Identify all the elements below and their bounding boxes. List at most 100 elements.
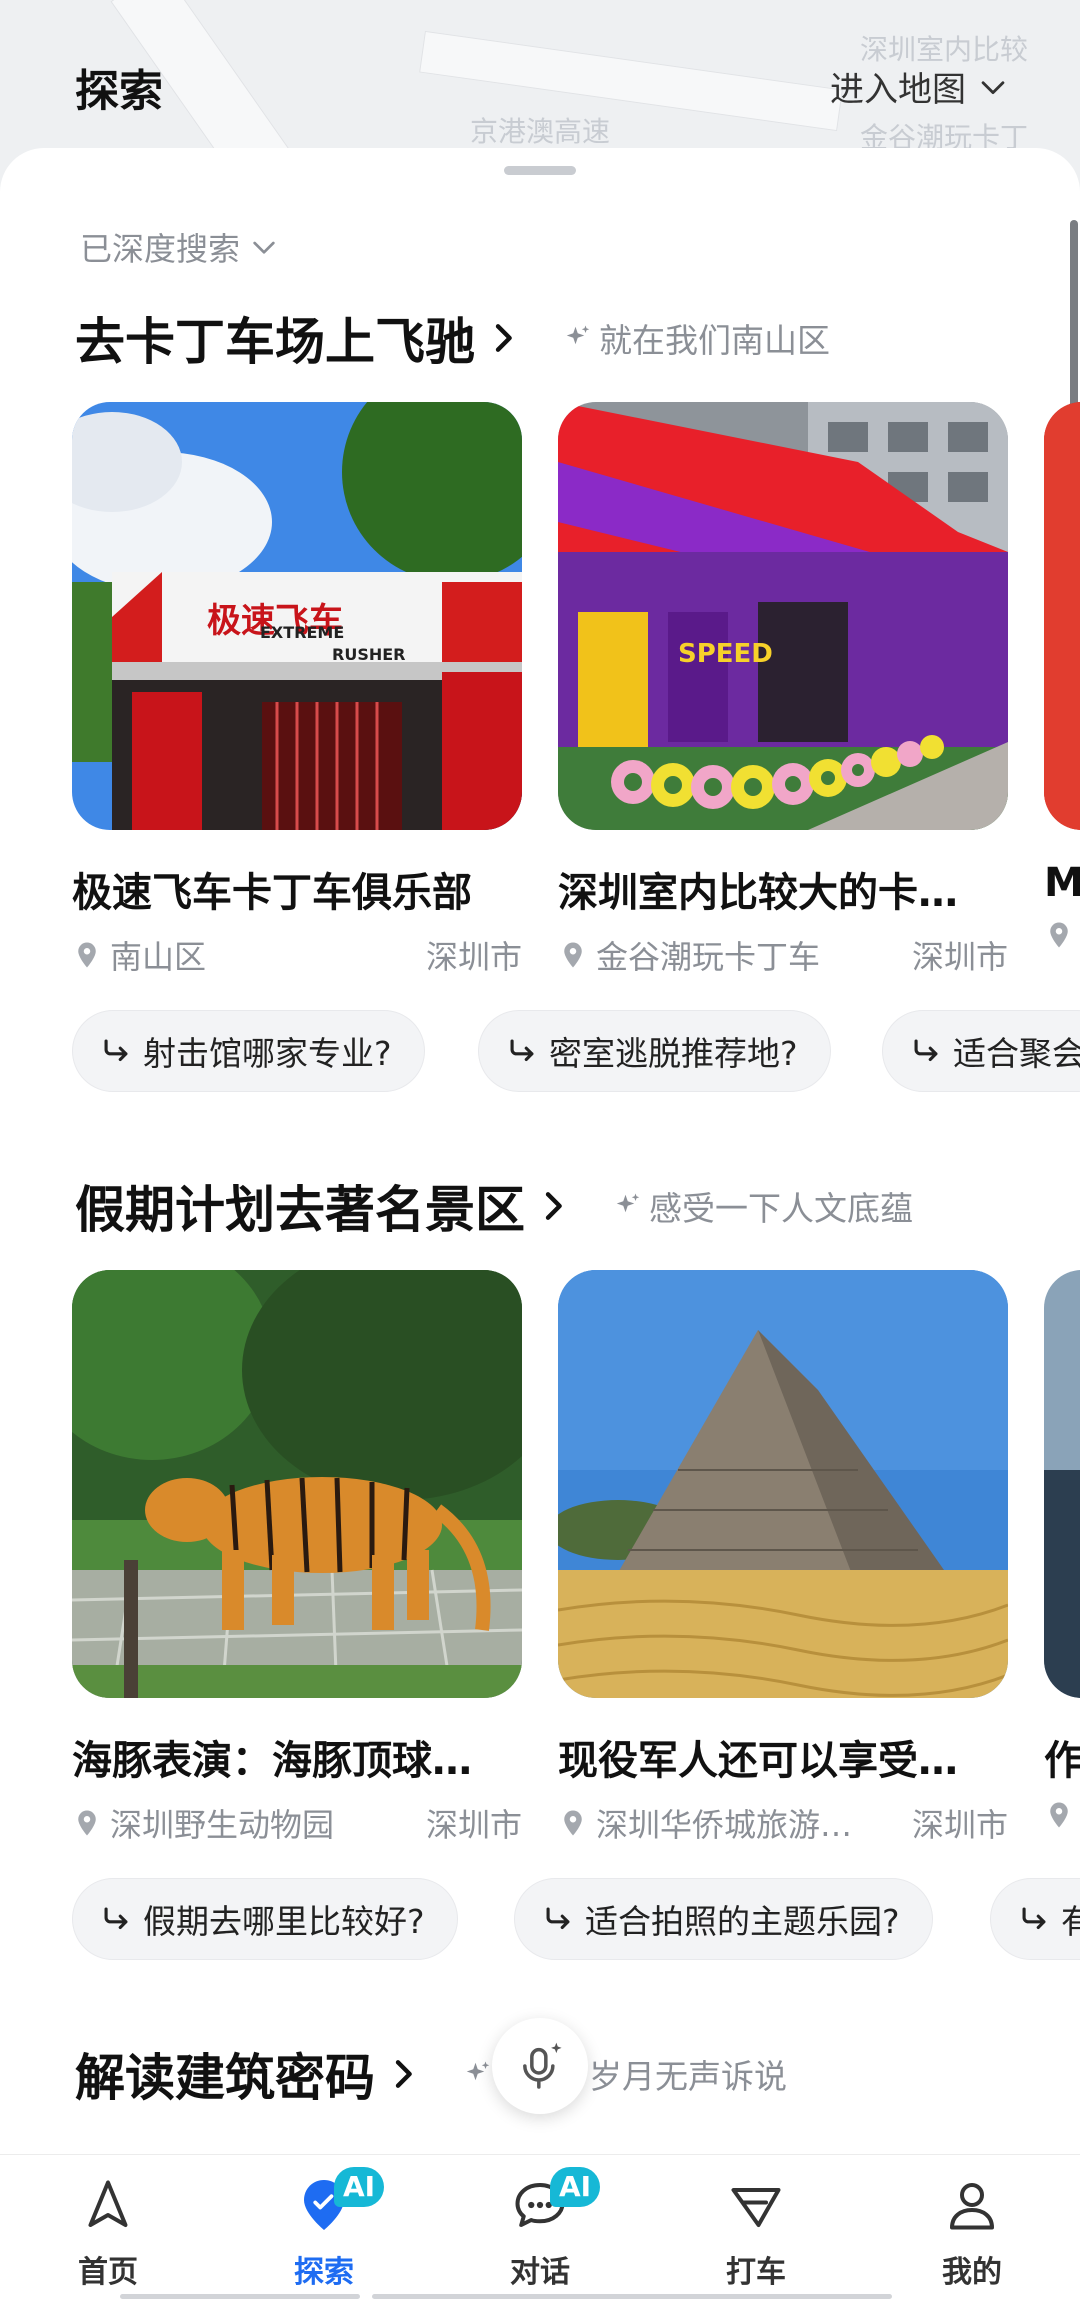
section-subtitle-text: 岁月无声诉说 bbox=[589, 2057, 787, 2096]
section-subtitle: 就在我们南山区 bbox=[563, 314, 830, 362]
place-photo bbox=[1044, 1270, 1080, 1698]
reply-arrow-icon bbox=[914, 1039, 938, 1062]
bottom-nav: 首页 AI 探索 AI 对话 打车 我的 bbox=[0, 2154, 1080, 2301]
section-header[interactable]: 去卡丁车场上飞驰 就在我们南山区 bbox=[75, 298, 830, 378]
suggestion-chip[interactable]: 假期去哪里比较好? bbox=[72, 1878, 458, 1960]
place-title: 作 bbox=[1044, 1738, 1080, 1784]
reply-arrow-icon bbox=[1022, 1907, 1046, 1930]
place-title: 极速飞车卡丁车俱乐部 bbox=[72, 870, 472, 916]
section-scenic-spots: 假期计划去著名景区 感受一下人文底蕴 海豚表演：海豚顶球… 深圳野生动物园 深圳… bbox=[0, 1166, 1080, 1986]
reply-arrow-icon bbox=[546, 1907, 570, 1930]
nav-explore[interactable]: AI 探索 bbox=[216, 2155, 432, 2301]
nav-home[interactable]: 首页 bbox=[0, 2155, 216, 2301]
place-meta: 深圳野生动物园 深圳市 bbox=[72, 1800, 522, 1846]
page-title: 探索 bbox=[75, 66, 163, 117]
deep-search-label: 已深度搜索 bbox=[80, 230, 241, 268]
chip-label: 适合拍照的主题乐园? bbox=[585, 1902, 900, 1941]
section-title: 去卡丁车场上飞驰 bbox=[75, 313, 475, 371]
place-meta: 金谷潮玩卡丁车 深圳市 bbox=[558, 932, 1008, 978]
suggestion-chips[interactable]: 射击馆哪家专业? 密室逃脱推荐地? 适合聚会 bbox=[72, 1010, 1080, 1096]
place-title: 深圳室内比较大的卡… bbox=[558, 870, 958, 916]
taxi-icon bbox=[731, 2188, 781, 2227]
sign-text-en: RUSHER bbox=[332, 645, 405, 664]
place-card[interactable]: 现役军人还可以享受… 深圳华侨城旅游… 深圳市 bbox=[558, 1270, 1008, 1846]
reply-arrow-icon bbox=[104, 1907, 128, 1930]
suggestion-chip[interactable]: 密室逃脱推荐地? bbox=[478, 1010, 831, 1092]
suggestion-chip[interactable]: 射击馆哪家专业? bbox=[72, 1010, 425, 1092]
place-card[interactable]: 海豚表演：海豚顶球… 深圳野生动物园 深圳市 bbox=[72, 1270, 522, 1846]
section-title: 解读建筑密码 bbox=[75, 2049, 375, 2107]
place-location: 南山区 bbox=[110, 938, 207, 976]
nav-profile[interactable]: 我的 bbox=[864, 2155, 1080, 2301]
enter-map-button[interactable]: 进入地图 bbox=[830, 62, 1010, 111]
nav-taxi[interactable]: 打车 bbox=[648, 2155, 864, 2301]
sign-text-en: EXTREME bbox=[260, 623, 344, 642]
nav-label: 首页 bbox=[78, 2255, 138, 2290]
section-title: 假期计划去著名景区 bbox=[75, 1181, 525, 1239]
location-pin-icon bbox=[78, 942, 96, 968]
place-meta bbox=[1044, 920, 1080, 950]
place-meta: 深圳华侨城旅游… 深圳市 bbox=[558, 1800, 1008, 1846]
sparkle-icon bbox=[466, 2061, 490, 2081]
enter-map-label: 进入地图 bbox=[830, 70, 966, 110]
reply-arrow-icon bbox=[510, 1039, 534, 1062]
section-header[interactable]: 假期计划去著名景区 感受一下人文底蕴 bbox=[75, 1166, 913, 1246]
chip-label: 适合聚会 bbox=[953, 1034, 1080, 1073]
place-card[interactable]: 极速飞车 EXTREME RUSHER 极速飞车卡丁车俱乐部 南山区 深圳市 bbox=[72, 402, 522, 978]
nav-chat[interactable]: AI 对话 bbox=[432, 2155, 648, 2301]
nav-label: 对话 bbox=[510, 2255, 570, 2290]
place-photo bbox=[1044, 402, 1080, 830]
section-subtitle: 感受一下人文底蕴 bbox=[613, 1182, 913, 1230]
explore-sheet: 已深度搜索 去卡丁车场上飞驰 就在我们南山区 极速飞车 EXTREME RUSH… bbox=[0, 148, 1080, 2300]
place-card[interactable]: M bbox=[1044, 402, 1080, 950]
chevron-down-icon bbox=[253, 241, 275, 254]
section-karting: 去卡丁车场上飞驰 就在我们南山区 极速飞车 EXTREME RUSHER 极速飞… bbox=[0, 298, 1080, 1118]
chip-label: 有 bbox=[1061, 1902, 1080, 1941]
place-location: 金谷潮玩卡丁车 bbox=[596, 938, 821, 976]
chevron-right-icon bbox=[495, 324, 512, 352]
place-title: M bbox=[1044, 860, 1080, 906]
suggestion-chips[interactable]: 假期去哪里比较好? 适合拍照的主题乐园? 有 bbox=[72, 1878, 1080, 1964]
voice-assistant-button[interactable] bbox=[492, 2018, 588, 2114]
place-city: 深圳市 bbox=[911, 1806, 1008, 1844]
location-pin-icon bbox=[564, 1810, 582, 1836]
place-photo: 极速飞车 EXTREME RUSHER bbox=[72, 402, 522, 830]
place-meta bbox=[1044, 1800, 1080, 1830]
home-indicator bbox=[0, 2292, 1080, 2300]
top-bar: 探索 进入地图 bbox=[0, 0, 1080, 160]
place-photo bbox=[72, 1270, 522, 1698]
chevron-right-icon bbox=[395, 2060, 412, 2088]
place-photo: SPEED bbox=[558, 402, 1008, 830]
navigate-arrow-icon bbox=[88, 2180, 128, 2227]
suggestion-chip[interactable]: 适合拍照的主题乐园? bbox=[514, 1878, 933, 1960]
location-pin-icon bbox=[564, 942, 582, 968]
place-card[interactable]: 作 bbox=[1044, 1270, 1080, 1830]
place-title: 现役军人还可以享受… bbox=[558, 1738, 958, 1784]
suggestion-chip[interactable]: 有 bbox=[990, 1878, 1080, 1960]
chevron-right-icon bbox=[545, 1192, 562, 1220]
card-carousel[interactable]: 海豚表演：海豚顶球… 深圳野生动物园 深圳市 现役军人还可以享受… 深圳华侨城旅… bbox=[72, 1270, 1080, 1850]
sparkle-icon bbox=[616, 1193, 640, 1213]
nav-label: 打车 bbox=[726, 2255, 786, 2290]
place-meta: 南山区 深圳市 bbox=[72, 932, 522, 978]
chevron-down-icon bbox=[981, 80, 1005, 94]
place-location: 深圳华侨城旅游… bbox=[596, 1806, 853, 1844]
location-pin-icon bbox=[78, 1810, 96, 1836]
place-card[interactable]: SPEED 深圳室内比较大的卡… 金谷潮玩卡丁车 深圳市 bbox=[558, 402, 1008, 978]
ai-badge: AI bbox=[550, 2167, 600, 2207]
chip-label: 假期去哪里比较好? bbox=[143, 1902, 425, 1941]
drag-handle[interactable] bbox=[504, 166, 576, 175]
sign-text: SPEED bbox=[678, 639, 773, 669]
section-subtitle-text: 就在我们南山区 bbox=[599, 321, 830, 360]
place-title: 海豚表演：海豚顶球… bbox=[72, 1738, 472, 1784]
suggestion-chip[interactable]: 适合聚会 bbox=[882, 1010, 1080, 1092]
place-photo bbox=[558, 1270, 1008, 1698]
card-carousel[interactable]: 极速飞车 EXTREME RUSHER 极速飞车卡丁车俱乐部 南山区 深圳市 S… bbox=[72, 402, 1080, 982]
section-header[interactable]: 解读建筑密码 岁月无声诉说 bbox=[75, 2034, 787, 2114]
place-city: 深圳市 bbox=[425, 1806, 522, 1844]
nav-label: 我的 bbox=[942, 2255, 1002, 2290]
ai-badge: AI bbox=[334, 2167, 384, 2207]
deep-search-toggle[interactable]: 已深度搜索 bbox=[80, 224, 280, 270]
nav-label: 探索 bbox=[294, 2255, 354, 2290]
location-pin-icon bbox=[1050, 922, 1068, 948]
